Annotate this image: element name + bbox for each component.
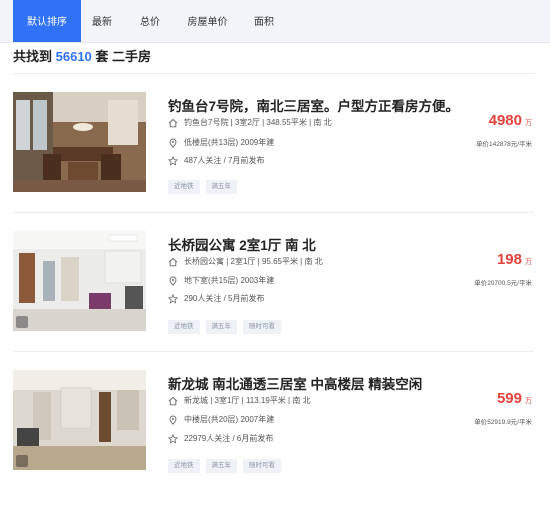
divider bbox=[13, 212, 534, 213]
vr-icon[interactable] bbox=[16, 316, 28, 328]
tab-unit-price[interactable]: 房屋单价 bbox=[185, 0, 230, 42]
listing-floor: 低楼层(共13层) 2009年建 bbox=[168, 137, 274, 148]
listing-tags: 近地铁 满五年 随时可看 bbox=[168, 454, 287, 473]
total-price: 198 bbox=[496, 251, 522, 268]
location-pin-icon bbox=[168, 276, 178, 286]
unit-price: 单价20700.5元/平米 bbox=[474, 280, 532, 287]
listing-follow: 290人关注 / 5月前发布 bbox=[168, 293, 264, 304]
price-unit: 万 bbox=[525, 259, 532, 266]
tag-five-years: 满五年 bbox=[205, 180, 237, 194]
total-price: 599 bbox=[496, 390, 522, 407]
listing-title[interactable]: 新龙城 南北通透三居室 中高楼层 精装空闲 bbox=[168, 373, 422, 393]
listing-floor: 中楼层(共20层) 2007年建 bbox=[168, 414, 274, 425]
listing-title[interactable]: 钓鱼台7号院，南北三居室。户型方正看房方便。 bbox=[168, 95, 459, 115]
tag-near-subway: 近地铁 bbox=[168, 459, 200, 473]
tag-near-subway: 近地铁 bbox=[168, 180, 200, 194]
listing-info: 长桥园公寓 | 2室1厅 | 95.65平米 | 南 北 bbox=[168, 256, 323, 267]
listing-card[interactable]: 钓鱼台7号院，南北三居室。户型方正看房方便。 钓鱼台7号院 | 3室2厅 | 3… bbox=[0, 92, 550, 231]
star-icon bbox=[168, 433, 178, 444]
listing-price: 198 万 bbox=[497, 251, 532, 269]
star-icon bbox=[168, 155, 178, 166]
listing-info: 新龙城 | 3室1厅 | 113.19平米 | 南 北 bbox=[168, 395, 311, 406]
tab-newest[interactable]: 最新 bbox=[88, 0, 116, 42]
price-unit: 万 bbox=[525, 398, 532, 405]
result-prefix: 共找到 bbox=[13, 49, 53, 64]
tag-near-subway: 近地铁 bbox=[168, 320, 200, 334]
listing-follow: 22979人关注 / 6月前发布 bbox=[168, 433, 273, 444]
tag-viewable-anytime: 随时可看 bbox=[243, 320, 281, 334]
tag-viewable-anytime: 随时可看 bbox=[243, 459, 281, 473]
location-pin-icon bbox=[168, 138, 178, 148]
unit-price: 单价52919.9元/平米 bbox=[474, 419, 532, 426]
price-unit: 万 bbox=[525, 120, 532, 127]
tab-total-price[interactable]: 总价 bbox=[135, 0, 165, 42]
result-count: 共找到 56610 套 二手房 bbox=[13, 46, 151, 65]
listing-photo[interactable] bbox=[13, 370, 146, 470]
unit-price: 单价142878元/平米 bbox=[476, 141, 532, 148]
listing-follow: 487人关注 / 7月前发布 bbox=[168, 155, 264, 166]
listing-card[interactable]: 长桥园公寓 2室1厅 南 北 长桥园公寓 | 2室1厅 | 95.65平米 | … bbox=[0, 231, 550, 370]
listing-floor: 地下室(共15层) 2003年建 bbox=[168, 275, 274, 286]
star-icon bbox=[168, 293, 178, 304]
result-number: 56610 bbox=[55, 49, 92, 64]
divider bbox=[13, 351, 534, 352]
house-icon bbox=[168, 118, 178, 128]
tab-area[interactable]: 面积 bbox=[250, 0, 278, 42]
tag-five-years: 满五年 bbox=[205, 459, 237, 473]
house-icon bbox=[168, 257, 178, 267]
result-suffix: 套 二手房 bbox=[95, 49, 152, 64]
tag-five-years: 满五年 bbox=[205, 320, 237, 334]
listing-photo[interactable] bbox=[13, 231, 146, 331]
listing-price: 4980 万 bbox=[489, 112, 532, 130]
sort-tab-bar: 默认排序 最新 总价 房屋单价 面积 bbox=[0, 0, 550, 43]
listing-photo[interactable] bbox=[13, 92, 146, 192]
total-price: 4980 bbox=[488, 112, 522, 129]
listing-tags: 近地铁 满五年 bbox=[168, 175, 243, 194]
divider bbox=[13, 73, 534, 74]
location-pin-icon bbox=[168, 415, 178, 425]
tab-default-sort[interactable]: 默认排序 bbox=[13, 0, 81, 42]
house-icon bbox=[168, 396, 178, 406]
listing-card[interactable]: 新龙城 南北通透三居室 中高楼层 精装空闲 新龙城 | 3室1厅 | 113.1… bbox=[0, 370, 550, 509]
vr-icon[interactable] bbox=[16, 455, 28, 467]
listing-info: 钓鱼台7号院 | 3室2厅 | 348.55平米 | 南 北 bbox=[168, 117, 332, 128]
listing-price: 599 万 bbox=[497, 390, 532, 408]
listing-tags: 近地铁 满五年 随时可看 bbox=[168, 315, 287, 334]
listing-title[interactable]: 长桥园公寓 2室1厅 南 北 bbox=[168, 234, 316, 254]
